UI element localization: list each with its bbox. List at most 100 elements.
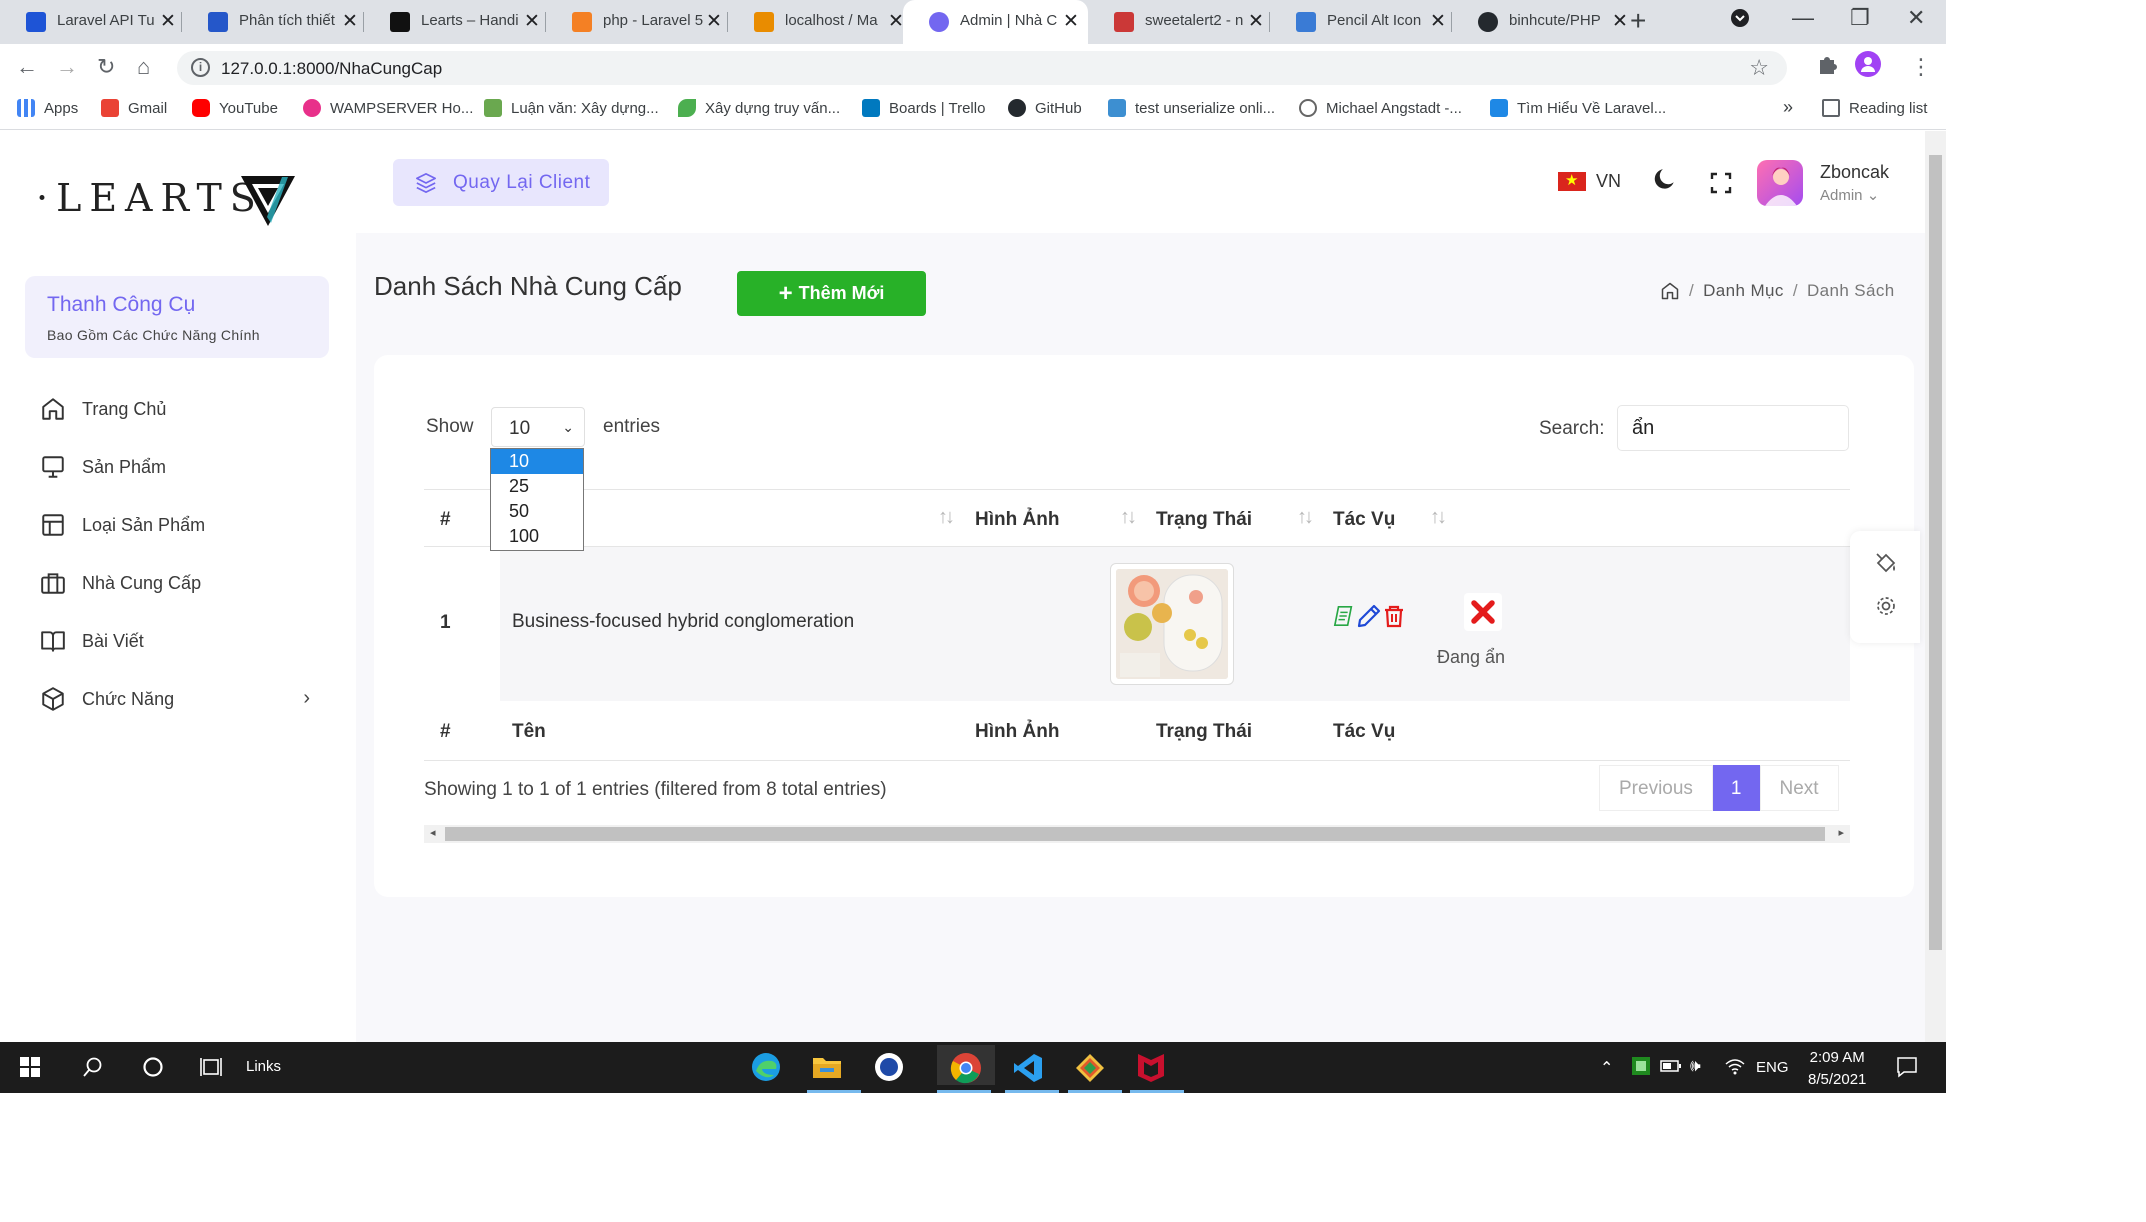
volume-icon[interactable]: 🕪 xyxy=(1690,1056,1701,1076)
sidebar-item-san-pham[interactable]: Sản Phẩm xyxy=(40,447,320,487)
chrome-menu-icon[interactable]: ⋮ xyxy=(1910,54,1932,80)
bookmark-laravel[interactable]: Tìm Hiểu Về Laravel... xyxy=(1490,99,1666,117)
breadcrumb-item[interactable]: Danh Mục xyxy=(1703,281,1784,301)
bookmark-github[interactable]: GitHub xyxy=(1008,99,1082,117)
back-arrow-icon[interactable]: ← xyxy=(16,54,38,80)
bookmark-truy-van[interactable]: Xây dựng truy vấn... xyxy=(678,99,840,117)
browser-tab-active[interactable]: Admin | Nhà C ✕ xyxy=(903,0,1088,44)
close-tab-icon[interactable]: ✕ xyxy=(1248,10,1264,33)
close-tab-icon[interactable]: ✕ xyxy=(706,10,722,33)
sidebar-item-loai-san-pham[interactable]: Loại Sản Phẩm xyxy=(40,505,320,545)
entries-option[interactable]: 50 xyxy=(491,499,583,524)
address-bar[interactable]: i 127.0.0.1:8000/NhaCungCap ☆ xyxy=(177,51,1787,85)
column-header-status[interactable]: Trạng Thái xyxy=(1156,509,1252,531)
url-text[interactable]: 127.0.0.1:8000/NhaCungCap xyxy=(221,59,442,79)
column-header-index[interactable]: # xyxy=(440,509,451,531)
app-circle-icon[interactable] xyxy=(874,1052,904,1082)
mcafee-icon[interactable] xyxy=(1136,1052,1166,1084)
bookmark-gmail[interactable]: Gmail xyxy=(101,99,167,117)
wifi-icon[interactable] xyxy=(1724,1056,1746,1076)
scroll-left-icon[interactable]: ◂ xyxy=(430,826,436,839)
browser-tab[interactable]: sweetalert2 - n ✕ xyxy=(1088,0,1270,44)
links-toolbar[interactable]: Links xyxy=(246,1058,281,1075)
sidebar-item-nha-cung-cap[interactable]: Nhà Cung Cấp xyxy=(40,563,320,603)
close-tab-icon[interactable]: ✕ xyxy=(524,10,540,33)
extensions-puzzle-icon[interactable] xyxy=(1816,53,1838,75)
minimize-window-icon[interactable]: — xyxy=(1792,5,1814,31)
git-kraken-icon[interactable] xyxy=(1074,1052,1106,1084)
notification-icon[interactable] xyxy=(1896,1056,1918,1078)
user-name[interactable]: Zboncak xyxy=(1820,162,1889,183)
search-icon[interactable] xyxy=(82,1056,104,1078)
product-thumbnail[interactable] xyxy=(1110,563,1234,685)
system-clock[interactable]: 2:09 AM 8/5/2021 xyxy=(1808,1049,1866,1088)
tray-app-icon[interactable] xyxy=(1631,1056,1651,1076)
user-role[interactable]: Admin ⌄ xyxy=(1820,186,1879,204)
moon-icon[interactable] xyxy=(1652,166,1678,192)
forward-arrow-icon[interactable]: → xyxy=(56,54,78,80)
user-avatar[interactable] xyxy=(1757,160,1803,206)
bookmark-trello[interactable]: Boards | Trello xyxy=(862,99,985,117)
tab-search-icon[interactable] xyxy=(1730,8,1750,28)
sort-icon[interactable]: ↑↓ xyxy=(1430,506,1447,529)
profile-avatar-icon[interactable] xyxy=(1855,51,1881,77)
input-language[interactable]: ENG xyxy=(1756,1059,1789,1076)
trash-delete-icon[interactable] xyxy=(1382,604,1406,628)
home-icon[interactable] xyxy=(1660,281,1680,301)
bookmark-wampserver[interactable]: WAMPSERVER Ho... xyxy=(303,99,473,117)
fullscreen-icon[interactable] xyxy=(1709,171,1733,195)
entries-select[interactable]: 10 ⌄ xyxy=(491,407,585,447)
sidebar-item-trang-chu[interactable]: Trang Chủ xyxy=(40,389,320,429)
bookmark-michael[interactable]: Michael Angstadt -... xyxy=(1299,99,1462,117)
browser-tab[interactable]: binhcute/PHP ✕ xyxy=(1452,0,1634,44)
scroll-right-icon[interactable]: ▸ xyxy=(1838,826,1844,839)
close-tab-icon[interactable]: ✕ xyxy=(888,10,904,33)
bookmark-star-icon[interactable]: ☆ xyxy=(1749,55,1769,81)
home-icon[interactable]: ⌂ xyxy=(137,54,150,80)
vertical-scrollbar[interactable] xyxy=(1925,131,1946,1042)
horizontal-scrollbar[interactable]: ◂ ▸ xyxy=(424,825,1850,843)
browser-tab[interactable]: php - Laravel 5 ✕ xyxy=(546,0,728,44)
close-tab-icon[interactable]: ✕ xyxy=(342,10,358,33)
gear-icon[interactable] xyxy=(1874,594,1898,618)
browser-tab[interactable]: Laravel API Tu ✕ xyxy=(0,0,182,44)
search-input[interactable] xyxy=(1617,405,1849,451)
close-tab-icon[interactable]: ✕ xyxy=(1063,10,1079,33)
entries-option[interactable]: 25 xyxy=(491,474,583,499)
browser-tab[interactable]: localhost / Ma ✕ xyxy=(728,0,910,44)
reload-icon[interactable]: ↻ xyxy=(97,54,115,80)
browser-tab[interactable]: Learts – Handi ✕ xyxy=(364,0,546,44)
battery-icon[interactable] xyxy=(1660,1057,1682,1075)
site-info-icon[interactable]: i xyxy=(191,58,210,77)
chevron-up-icon[interactable]: ⌃ xyxy=(1600,1058,1613,1078)
language-selector[interactable]: VN xyxy=(1596,171,1621,192)
bookmark-apps[interactable]: Apps xyxy=(17,99,78,117)
chrome-icon[interactable] xyxy=(950,1052,982,1084)
sidebar-item-bai-viet[interactable]: Bài Viết xyxy=(40,621,320,661)
paint-bucket-icon[interactable] xyxy=(1874,551,1898,575)
bookmark-luan-van[interactable]: Luận văn: Xây dựng... xyxy=(484,99,659,117)
sort-icon[interactable]: ↑↓ xyxy=(938,506,955,529)
maximize-window-icon[interactable]: ❐ xyxy=(1850,5,1870,31)
sort-icon[interactable]: ↑↓ xyxy=(1297,506,1314,529)
bookmarks-overflow-button[interactable]: » xyxy=(1783,97,1793,118)
edge-browser-icon[interactable] xyxy=(750,1051,782,1083)
entries-option[interactable]: 10 xyxy=(491,449,583,474)
pencil-edit-icon[interactable] xyxy=(1357,604,1381,628)
add-new-button[interactable]: + Thêm Mới xyxy=(737,271,926,316)
sidebar-item-chuc-nang[interactable]: Chức Năng › xyxy=(40,679,320,719)
reading-list-button[interactable]: Reading list xyxy=(1822,99,1927,117)
close-tab-icon[interactable]: ✕ xyxy=(1430,10,1446,33)
entries-option[interactable]: 100 xyxy=(491,524,583,549)
browser-tab[interactable]: Pencil Alt Icon ✕ xyxy=(1270,0,1452,44)
previous-page-button[interactable]: Previous xyxy=(1599,765,1713,811)
back-to-client-button[interactable]: Quay Lại Client xyxy=(393,159,609,206)
cortana-icon[interactable] xyxy=(142,1056,164,1078)
column-header-actions[interactable]: Tác Vụ xyxy=(1333,509,1395,531)
vietnam-flag-icon[interactable]: ★ xyxy=(1558,172,1586,191)
column-header-image[interactable]: Hình Ảnh xyxy=(975,509,1059,531)
bookmark-youtube[interactable]: YouTube xyxy=(192,99,278,117)
next-page-button[interactable]: Next xyxy=(1759,765,1839,811)
close-tab-icon[interactable]: ✕ xyxy=(160,10,176,33)
vscode-icon[interactable] xyxy=(1012,1052,1044,1084)
